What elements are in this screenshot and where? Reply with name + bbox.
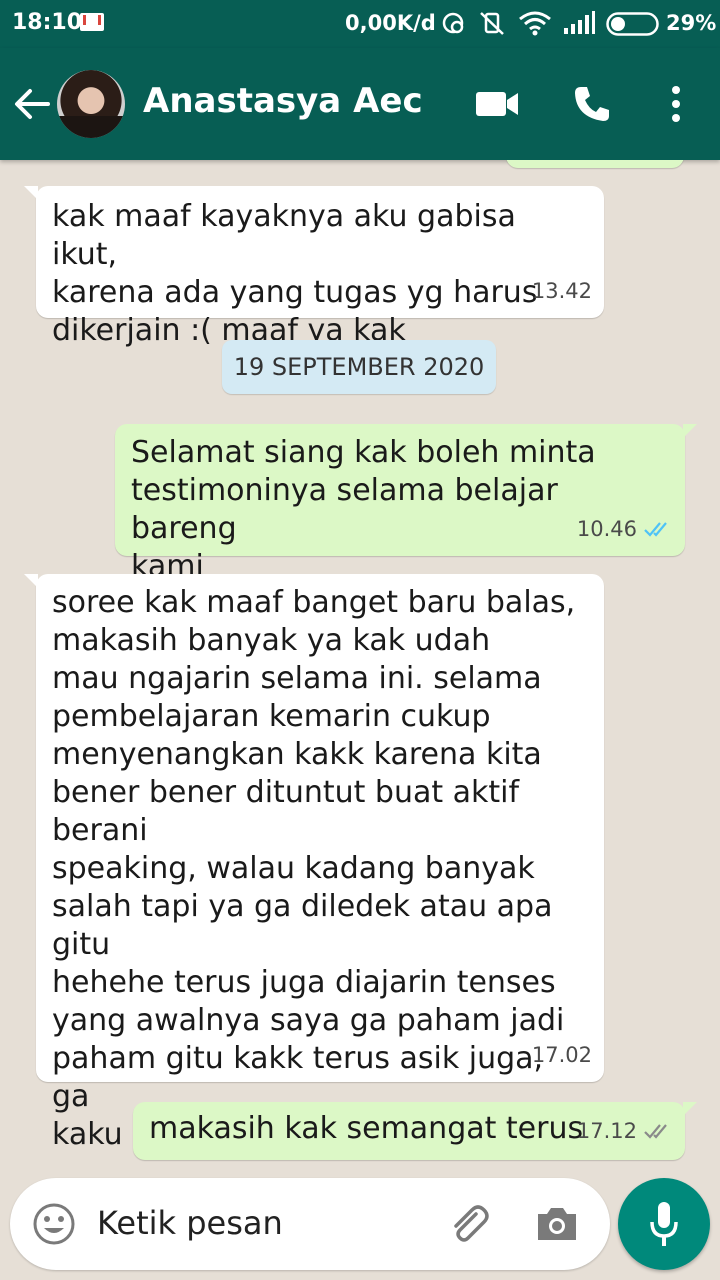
message-bubble-partial [506,160,684,168]
message-meta: 13.42 [532,272,592,310]
message-text: kak maaf kayaknya aku gabisa ikut, karen… [52,199,538,348]
voice-message-button[interactable] [618,1178,710,1270]
contact-name[interactable]: Anastasya Aec [143,81,423,121]
delivered-receipt-icon [644,1124,667,1139]
more-options-icon[interactable] [664,84,688,124]
avatar[interactable] [57,70,125,138]
network-speed: 0,00K/d [345,11,436,35]
back-arrow-icon[interactable] [10,84,54,124]
phone-call-icon[interactable] [572,84,612,124]
message-bubble-incoming[interactable]: kak maaf kayaknya aku gabisa ikut, karen… [24,186,604,348]
message-bubble-outgoing[interactable]: Selamat siang kak boleh minta testimonin… [115,424,697,584]
bubble-tail [24,574,38,588]
video-call-icon[interactable] [474,88,520,120]
message-meta: 17.12 [577,1112,673,1150]
microphone-icon [650,1202,678,1246]
bubble-tail [683,1102,697,1116]
message-meta: 10.46 [577,510,673,548]
message-bubble-outgoing[interactable]: makasih kak semangat terus 17.12 [133,1102,697,1160]
message-meta: 17.02 [532,1036,592,1074]
message-text: soree kak maaf banget baru balas, makasi… [52,585,576,1152]
status-time: 18:10 [12,10,83,35]
message-composer[interactable]: Ketik pesan [10,1178,610,1270]
battery-percent: 29% [666,11,717,35]
gmail-icon [80,13,104,31]
chat-header: Anastasya Aec [0,48,720,160]
status-bar: 18:10 0,00K/d 29% [0,0,720,48]
attachment-icon[interactable] [446,1202,492,1248]
camera-icon[interactable] [534,1204,580,1244]
message-text: Selamat siang kak boleh minta testimonin… [131,435,596,584]
bubble-tail [24,186,38,200]
bubble-tail [683,424,697,438]
sync-icon [442,12,464,34]
message-time: 13.42 [531,279,592,303]
message-time: 10.46 [576,517,637,541]
battery-icon [606,12,659,36]
message-time: 17.02 [531,1043,592,1067]
message-bubble-incoming[interactable]: soree kak maaf banget baru balas, makasi… [24,574,604,1152]
emoji-icon[interactable] [32,1202,76,1246]
date-divider: 19 SEPTEMBER 2020 [222,340,496,394]
signal-icon [564,11,595,34]
read-receipt-icon [644,522,667,537]
wifi-icon [519,11,551,36]
message-time: 17.12 [576,1119,637,1143]
vibrate-off-icon [480,12,504,35]
message-input[interactable]: Ketik pesan [97,1204,283,1242]
message-list[interactable]: kak maaf kayaknya aku gabisa ikut, karen… [0,160,720,1170]
